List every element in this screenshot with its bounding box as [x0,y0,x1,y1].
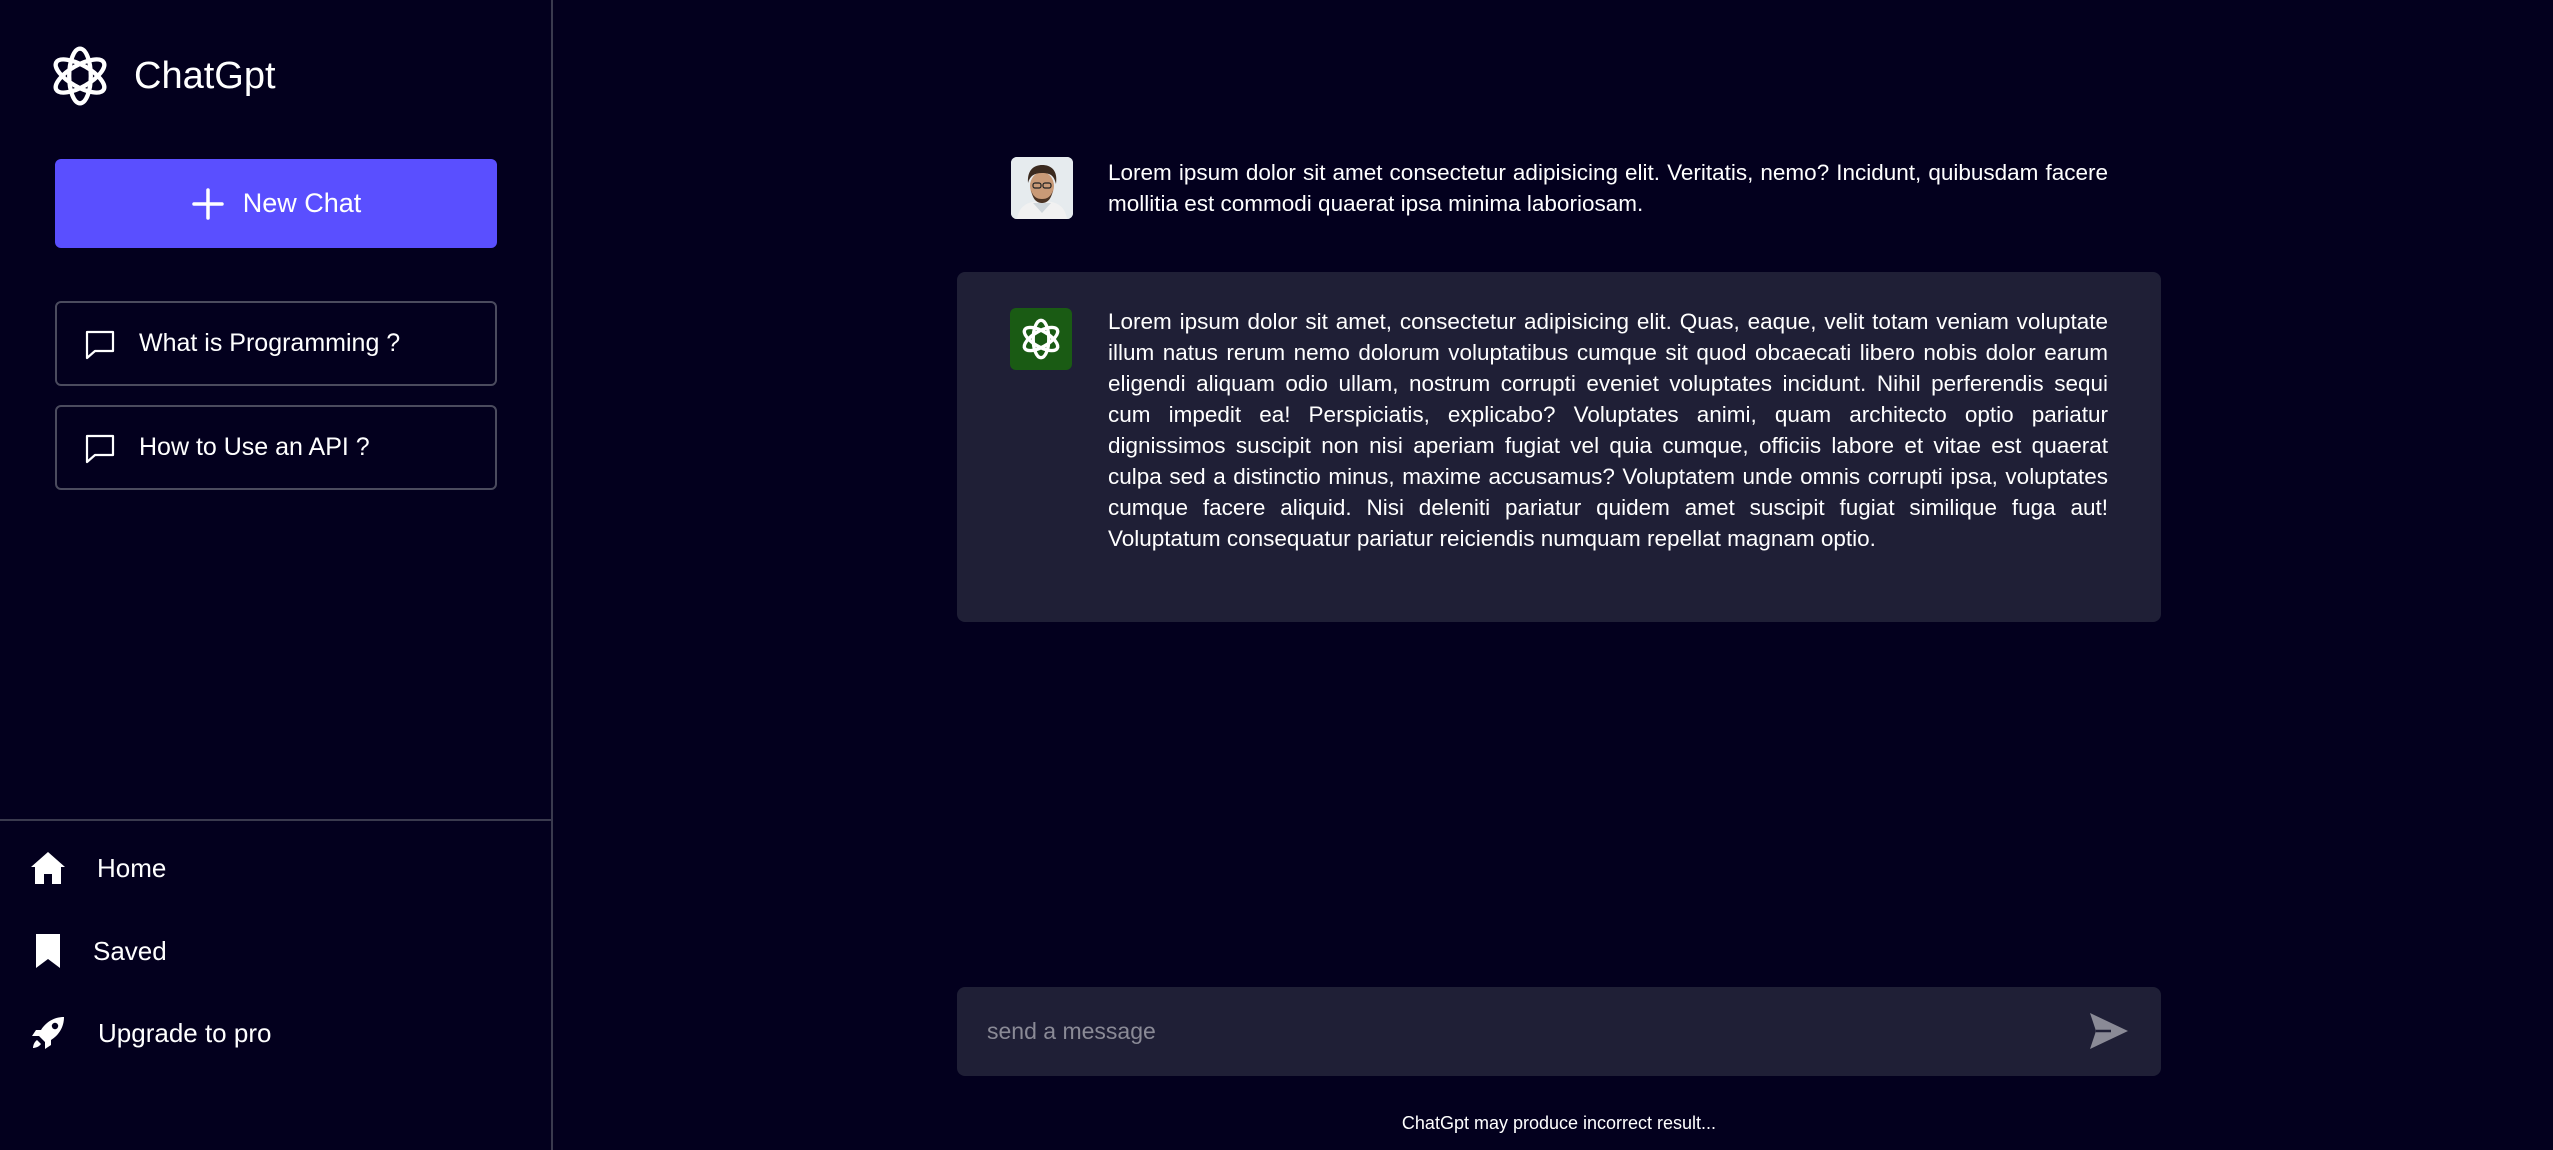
sidebar-divider [0,819,553,821]
assistant-message: Lorem ipsum dolor sit amet, consectetur … [957,272,2161,622]
bookmark-icon [36,934,60,968]
rocket-icon [32,1017,64,1049]
assistant-message-text: Lorem ipsum dolor sit amet, consectetur … [1108,309,2108,551]
disclaimer-text: ChatGpt may produce incorrect result... [1401,1113,1717,1133]
chat-main: Lorem ipsum dolor sit amet consectetur a… [555,0,2553,1150]
brand[interactable]: ChatGpt [44,40,276,112]
user-message-text: Lorem ipsum dolor sit amet consectetur a… [1108,160,2108,216]
nav-item-saved[interactable]: Saved [28,931,167,971]
nav-item-upgrade[interactable]: Upgrade to pro [28,1013,271,1053]
user-photo-icon [1011,157,1073,219]
user-avatar [1011,157,1073,219]
user-message: Lorem ipsum dolor sit amet consectetur a… [957,145,2161,255]
app-name: ChatGpt [134,54,276,97]
history-item[interactable]: How to Use an API ? [55,405,497,490]
openai-logo-icon [53,46,107,106]
nav-item-label: Saved [93,935,167,966]
send-icon[interactable] [2087,1009,2131,1053]
app: ChatGpt New Chat What is Programming ? H… [0,0,2553,1150]
home-icon [31,852,65,884]
message-input[interactable] [987,987,2067,1076]
nav-item-label: Home [97,852,167,883]
new-chat-button[interactable]: New Chat [55,159,497,248]
history-item[interactable]: What is Programming ? [55,301,497,386]
plus-icon [191,187,224,220]
sidebar: ChatGpt New Chat What is Programming ? H… [0,0,553,1150]
new-chat-label: New Chat [242,188,362,218]
composer [957,987,2161,1076]
chat-bubble-icon [85,434,115,463]
history-item-label: What is Programming ? [139,329,401,357]
nav-item-label: Upgrade to pro [98,1017,272,1048]
chat-bubble-icon [85,330,115,359]
assistant-avatar [1010,308,1072,370]
openai-logo-icon [1022,318,1060,360]
nav-item-home[interactable]: Home [28,848,166,888]
history-item-label: How to Use an API ? [139,433,370,461]
